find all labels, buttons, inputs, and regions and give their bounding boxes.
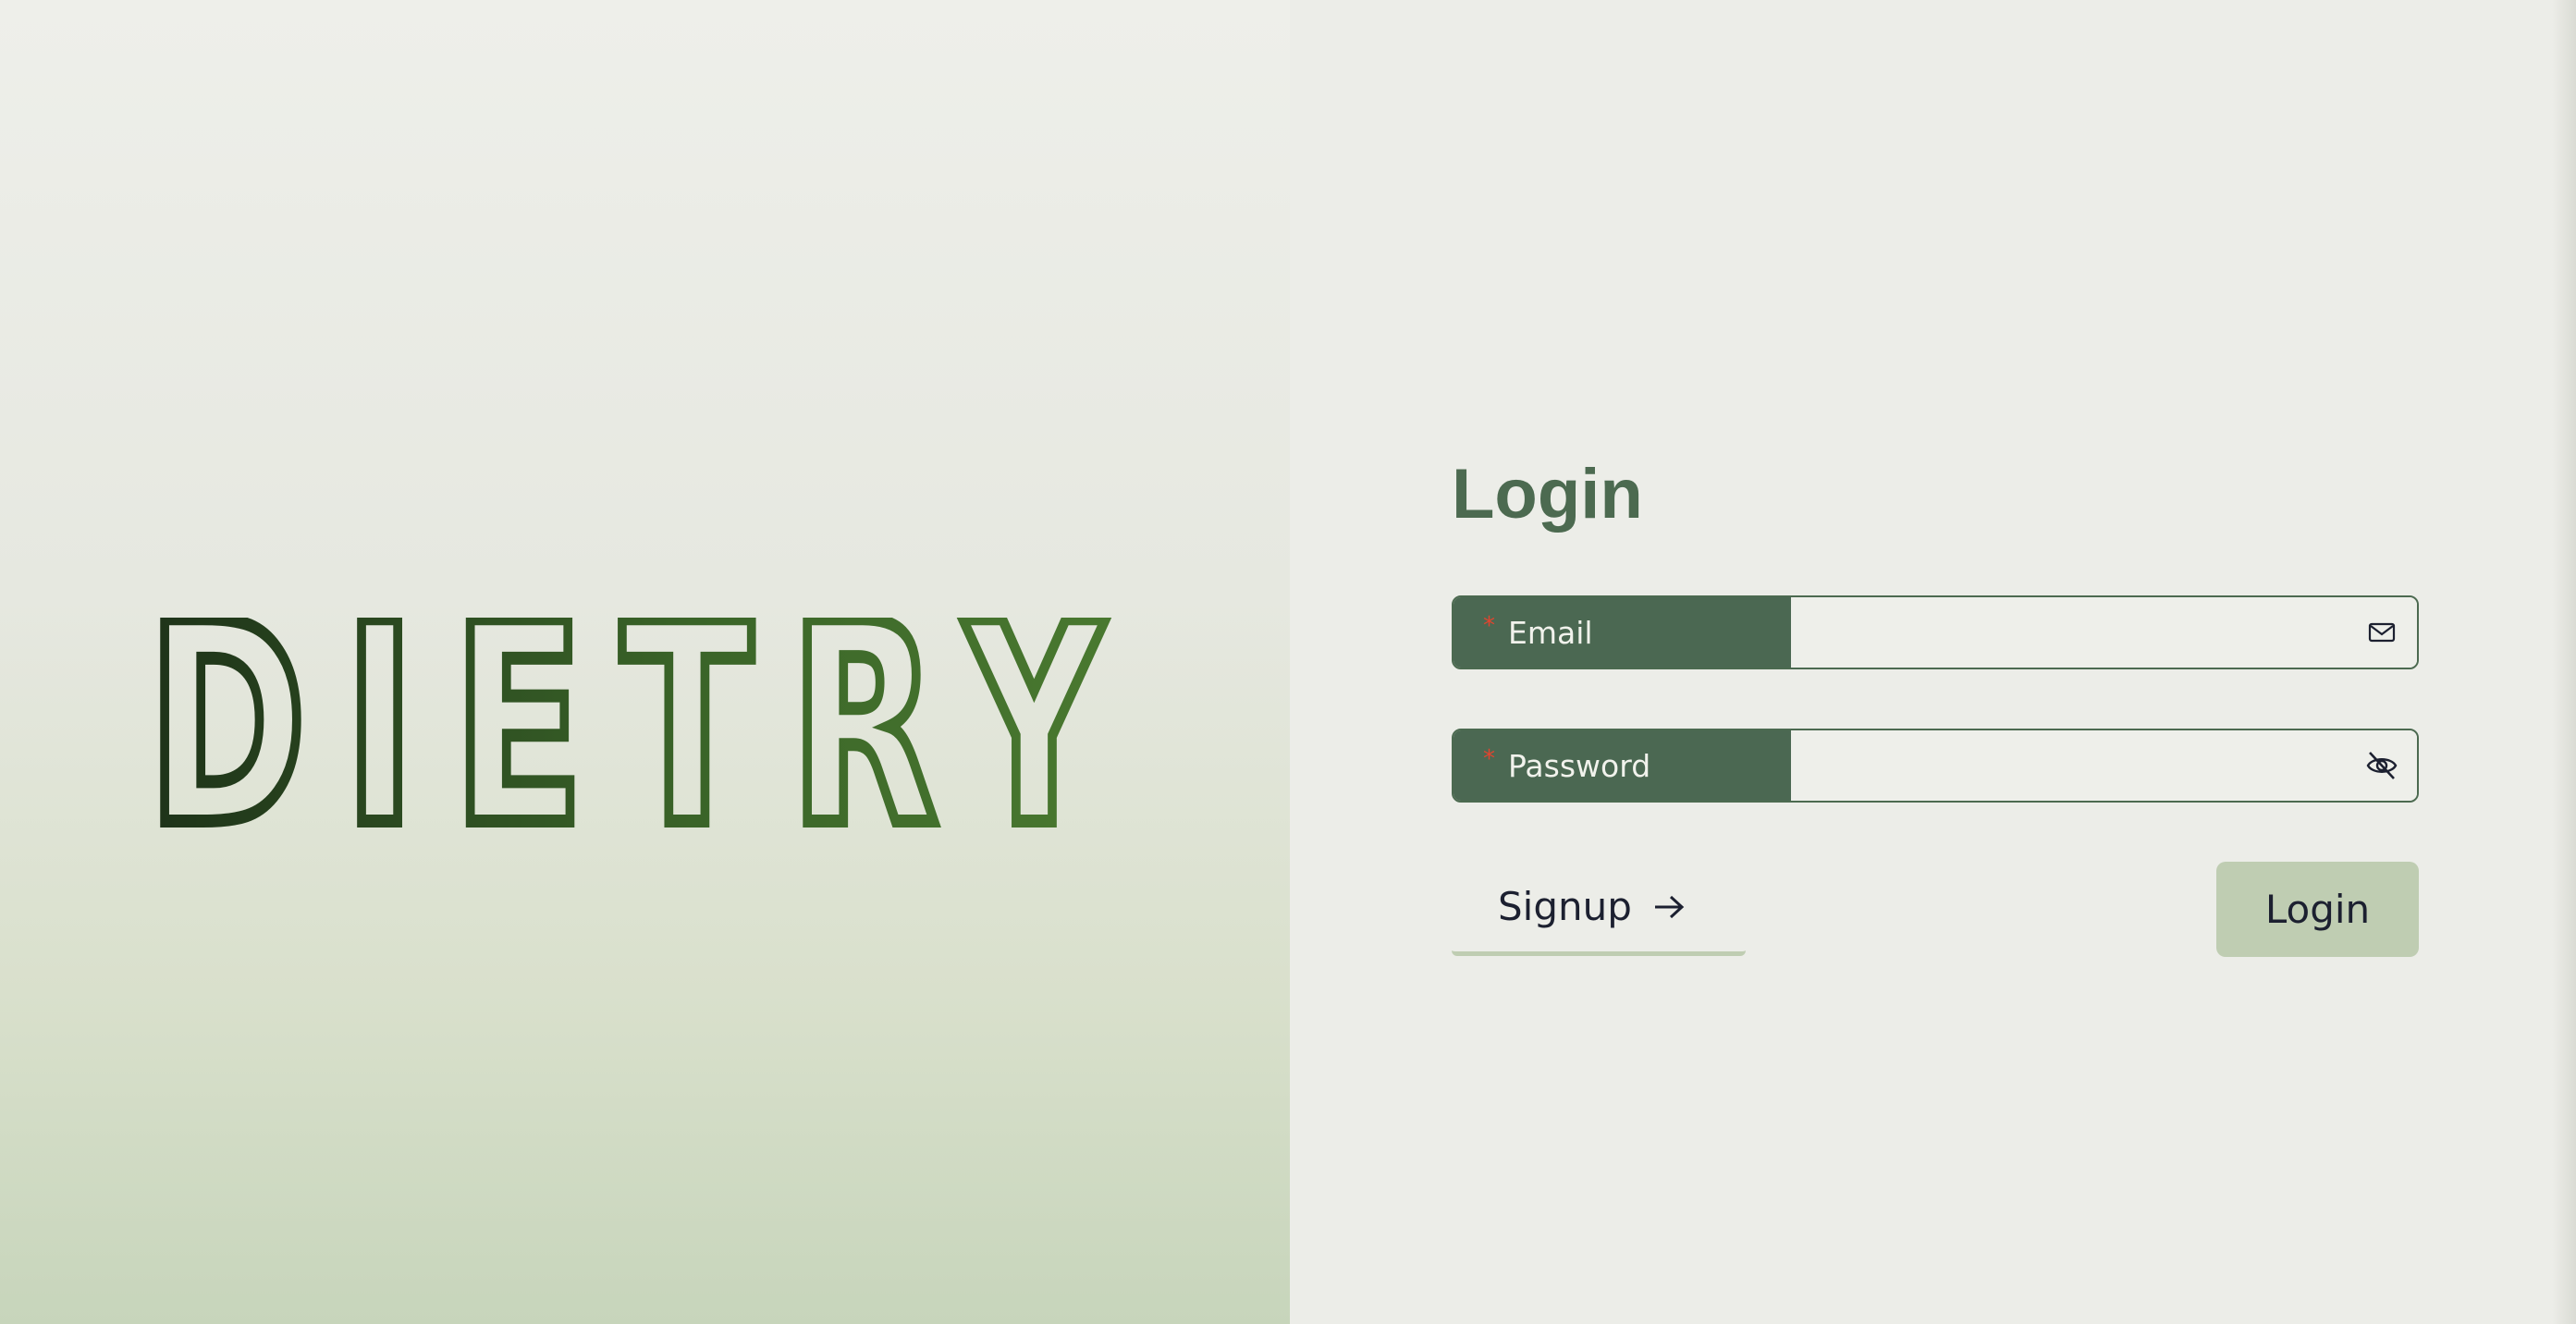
password-field: * Password xyxy=(1452,729,2419,803)
signup-button[interactable]: Signup xyxy=(1452,862,1746,956)
password-label: Password xyxy=(1508,747,1651,784)
dietry-logo: DIETRY xyxy=(143,618,1147,830)
email-input[interactable] xyxy=(1791,597,2347,668)
panel-edge-shadow xyxy=(2552,0,2576,1324)
password-label-box: * Password xyxy=(1454,730,1791,801)
required-marker: * xyxy=(1483,612,1495,640)
email-field: * Email xyxy=(1452,595,2419,669)
email-label-box: * Email xyxy=(1454,597,1791,668)
brand-panel: DIETRY xyxy=(0,0,1290,1324)
eye-slash-icon[interactable] xyxy=(2347,730,2417,801)
login-title: Login xyxy=(1452,455,1643,533)
mail-icon xyxy=(2347,597,2417,668)
logo-wordmark: DIETRY xyxy=(147,618,1141,830)
login-button[interactable]: Login xyxy=(2216,862,2419,957)
signup-label: Signup xyxy=(1498,884,1632,929)
arrow-right-icon xyxy=(1652,893,1686,921)
required-marker: * xyxy=(1483,745,1495,773)
password-input[interactable] xyxy=(1791,730,2347,801)
login-button-label: Login xyxy=(2264,887,2371,932)
logo-svg: DIETRY xyxy=(143,618,1141,830)
email-label: Email xyxy=(1508,614,1593,651)
